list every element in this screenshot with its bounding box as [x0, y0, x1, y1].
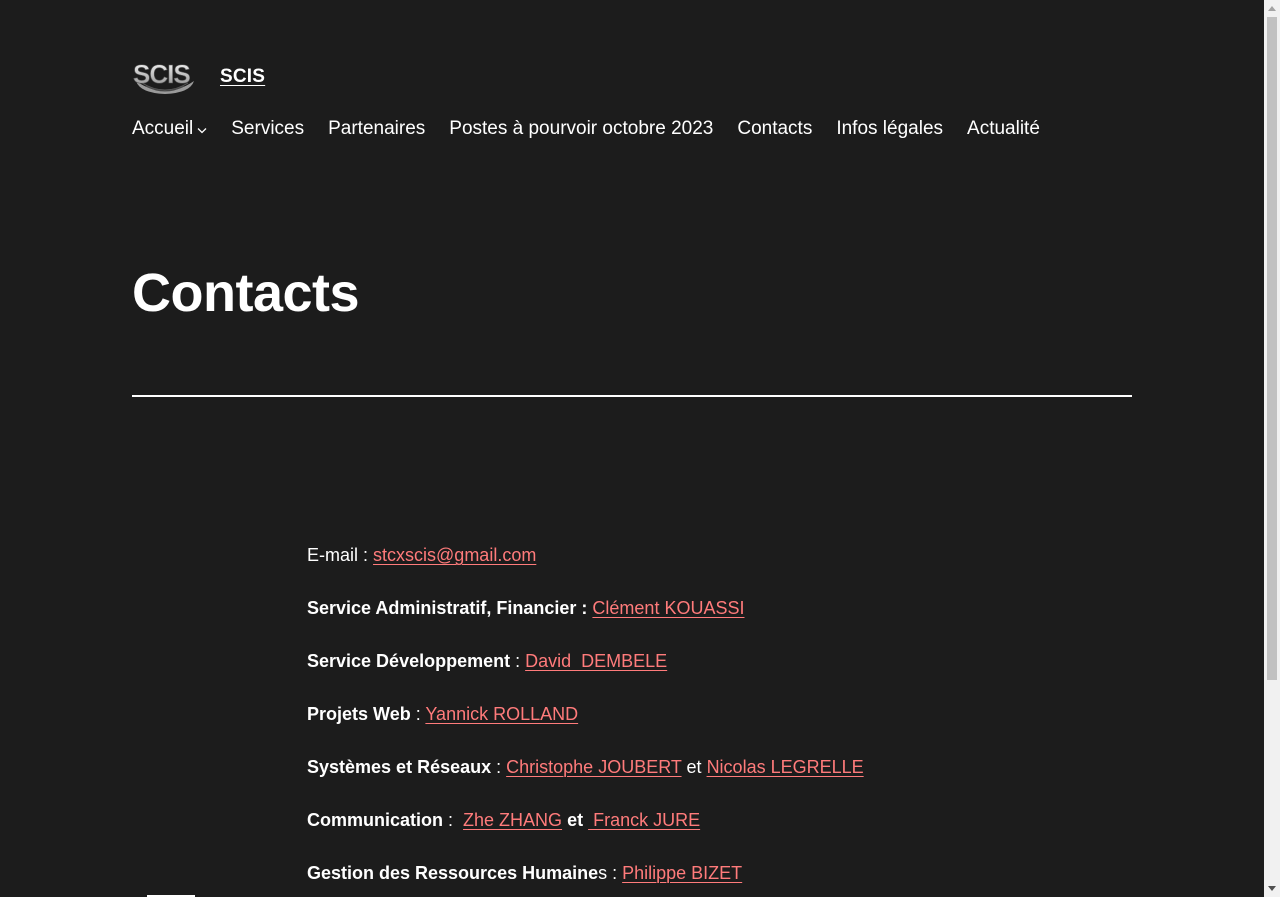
contacts-content: E-mail : stcxscis@gmail.com Service Admi…: [307, 541, 1127, 897]
nav-item-accueil[interactable]: Accueil: [132, 118, 207, 140]
sysnet-sep: :: [491, 757, 507, 777]
email-link[interactable]: stcxscis@gmail.com: [373, 545, 536, 565]
contact-row-email: E-mail : stcxscis@gmail.com: [307, 541, 1127, 594]
site-logo[interactable]: SCIS: [132, 57, 198, 95]
page: SCIS SCIS Accueil Services Partenaires P…: [0, 0, 1264, 897]
primary-navigation: Accueil Services Partenaires Postes à po…: [132, 114, 1132, 144]
dev-label: Service Développement: [307, 651, 511, 671]
sysnet-person2-link[interactable]: Nicolas LEGRELLE: [707, 757, 864, 777]
contact-row-dev: Service Développement : David DEMBELE: [307, 647, 1127, 700]
admin-sep: :: [576, 598, 593, 618]
nav-item-postes[interactable]: Postes à pourvoir octobre 2023: [449, 118, 713, 140]
dev-sep: :: [510, 651, 526, 671]
hr-person-link[interactable]: Philippe BIZET: [622, 863, 742, 883]
web-person-link[interactable]: Yannick ROLLAND: [425, 704, 578, 724]
nav-item-infos-legales[interactable]: Infos légales: [836, 118, 943, 140]
hr-label-tail: s: [598, 863, 608, 883]
nav-item-services[interactable]: Services: [231, 118, 304, 140]
web-label: Projets Web: [307, 704, 411, 724]
nav-item-actualite[interactable]: Actualité: [967, 118, 1040, 140]
branding: SCIS SCIS: [132, 56, 1132, 96]
comm-sep: :: [443, 810, 464, 830]
scroll-down-arrow-icon[interactable]: [1264, 880, 1280, 897]
logo-image: SCIS: [133, 59, 194, 94]
sysnet-conj: et: [681, 757, 707, 777]
scrollbar-thumb[interactable]: [1267, 17, 1277, 680]
vertical-scrollbar[interactable]: [1264, 0, 1280, 897]
dev-person-link[interactable]: David DEMBELE: [525, 651, 667, 671]
contact-row-web: Projets Web : Yannick ROLLAND: [307, 700, 1127, 753]
comm-label: Communication: [307, 810, 444, 830]
admin-person-link[interactable]: Clément KOUASSI: [592, 598, 744, 618]
hr-sep: :: [607, 863, 623, 883]
site-header: SCIS SCIS Accueil Services Partenaires P…: [132, 56, 1132, 144]
hr-label: Gestion des Ressources Humaine: [307, 863, 599, 883]
nav-item-contacts[interactable]: Contacts: [737, 118, 812, 140]
scroll-up-arrow-icon[interactable]: [1264, 0, 1280, 17]
contact-row-sysnet: Systèmes et Réseaux : Christophe JOUBERT…: [307, 753, 1127, 806]
comm-conj: et: [562, 810, 589, 830]
nav-label-accueil: Accueil: [132, 118, 194, 139]
sysnet-label: Systèmes et Réseaux: [307, 757, 492, 777]
page-title: Contacts: [132, 263, 360, 323]
email-label: E-mail :: [307, 545, 369, 565]
comm-person1-link[interactable]: Zhe ZHANG: [463, 810, 562, 830]
sysnet-person1-link[interactable]: Christophe JOUBERT: [506, 757, 681, 777]
contact-row-comm: Communication : Zhe ZHANG et Franck JURE: [307, 806, 1127, 859]
comm-person2-link[interactable]: Franck JURE: [588, 810, 700, 830]
contact-row-hr: Gestion des Ressources Humaines : Philip…: [307, 859, 1127, 897]
admin-label: Service Administratif, Financier: [307, 598, 577, 618]
site-title-link[interactable]: SCIS: [220, 66, 265, 88]
nav-item-partenaires[interactable]: Partenaires: [328, 118, 425, 140]
title-separator: [132, 395, 1132, 397]
contact-row-admin: Service Administratif, Financier : Cléme…: [307, 594, 1127, 647]
chevron-down-icon[interactable]: [197, 127, 207, 134]
svg-text:SCIS: SCIS: [133, 59, 190, 89]
web-sep: :: [410, 704, 426, 724]
